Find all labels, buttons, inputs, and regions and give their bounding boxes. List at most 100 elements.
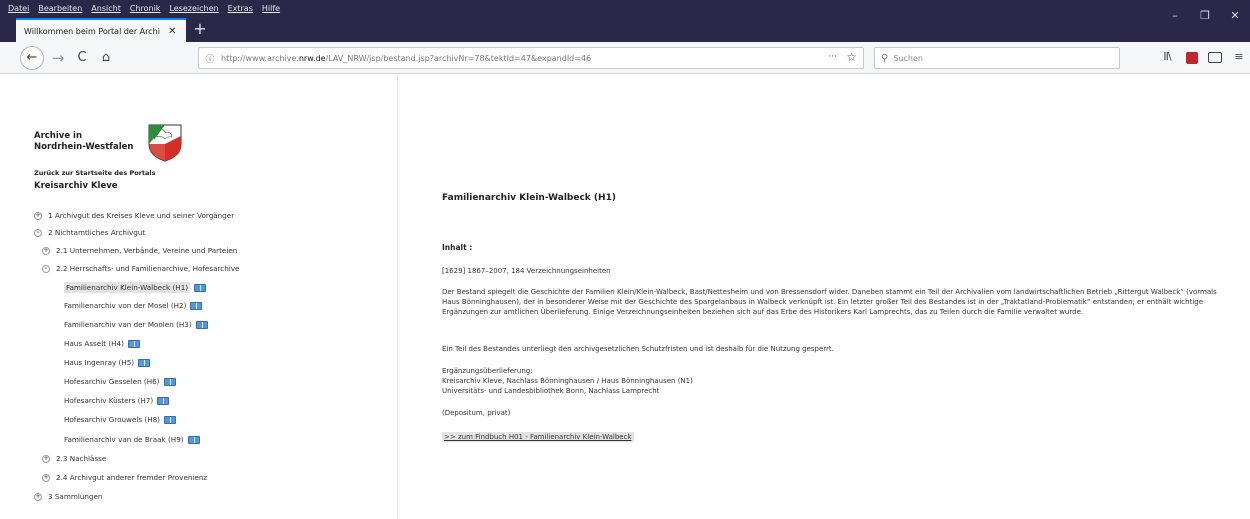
window-titlebar: Datei Bearbeiten Ansicht Chronik Lesezei… [0,0,1250,42]
url-text[interactable]: http://www.archive.nrw.de/LAV_NRW/jsp/be… [221,54,591,63]
url-prefix: http://www.archive. [221,53,299,63]
sidebar-toggle-icon[interactable] [1208,52,1222,63]
tree-node[interactable]: + 1 Archivgut des Kreises Kleve und sein… [34,211,234,220]
page-title: Familienarchiv Klein-Walbeck (H1) [442,193,616,203]
portal-logo-text[interactable]: Archive in Nordrhein-Westfalen [34,131,133,153]
expand-icon[interactable]: + [34,211,42,220]
finding-aid-book-icon[interactable] [163,377,176,386]
expand-icon[interactable]: + [34,492,42,501]
tree-node[interactable]: – 2.2 Herrschafts- und Familienarchive, … [42,264,239,273]
forward-button[interactable]: → [48,46,68,70]
menu-help[interactable]: Hilfe [262,4,280,18]
tree-leaf-label[interactable]: Hofesarchiv Gesselen (H6) [64,377,160,386]
tree-node-label[interactable]: 2.2 Herrschafts- und Familienarchive, Ho… [56,264,239,273]
nrw-coat-of-arms-icon [148,124,182,162]
restore-button[interactable]: ❐ [1190,2,1220,30]
url-domain: nrw.de [298,53,326,63]
tab-close-icon[interactable]: ✕ [168,26,176,37]
site-info-icon[interactable]: ⓘ [199,52,221,65]
tree-node-label[interactable]: 1 Archivgut des Kreises Kleve und seiner… [48,211,234,220]
tree-node-label[interactable]: 2 Nichtamtliches Archivgut [48,228,145,237]
tree-leaf[interactable]: Familienarchiv van de Braak (H9) [64,435,200,444]
tree-node-label[interactable]: 3 Sammlungen [48,492,102,501]
window-controls: – ❐ ✕ [1160,2,1250,30]
logo-line-1: Archive in [34,131,83,141]
finding-aid-book-icon[interactable] [195,320,208,329]
tree-leaf[interactable]: Familienarchiv von der Mosel (H2) [64,301,203,310]
reload-button[interactable]: C [72,46,92,70]
extent-text: [1629] 1867–2007, 184 Verzeichnungseinhe… [442,267,611,275]
sidebar: Archive in Nordrhein-Westfalen Zurück zu… [0,75,398,519]
tree-leaf[interactable]: Hofesarchiv Grouwels (H8) [64,415,176,424]
menu-bookmarks[interactable]: Lesezeichen [169,4,218,18]
logo-line-2: Nordrhein-Westfalen [34,142,134,152]
search-input[interactable]: ⚲ Suchen [874,47,1120,69]
collapse-icon[interactable]: – [34,228,42,237]
menu-history[interactable]: Chronik [130,4,161,18]
finding-aid-book-icon[interactable] [187,435,200,444]
tree-node-label[interactable]: 2.1 Unternehmen, Verbände, Vereine und P… [56,246,237,255]
hamburger-menu-icon[interactable]: ≡ [1232,50,1246,66]
pdf-icon[interactable] [1186,52,1198,64]
tree-leaf-label[interactable]: Familienarchiv van de Braak (H9) [64,435,184,444]
menu-view[interactable]: Ansicht [91,4,121,18]
close-window-button[interactable]: ✕ [1220,2,1250,30]
tree-leaf[interactable]: Haus Asselt (H4) [64,339,140,348]
home-button[interactable]: ⌂ [96,46,116,70]
archive-title: Kreisarchiv Kleve [34,181,118,191]
tree-leaf[interactable]: Hofesarchiv Küsters (H7) [64,396,170,405]
collapse-icon[interactable]: – [42,264,50,273]
finding-aid-book-icon[interactable] [194,283,207,292]
bookmark-star-icon[interactable]: ☆ [846,50,857,64]
tree-node-label[interactable]: 2.3 Nachlässe [56,454,106,463]
tree-leaf[interactable]: Familienarchiv van der Moolen (H3) [64,320,208,329]
navigation-toolbar: ← → C ⌂ ⓘ http://www.archive.nrw.de/LAV_… [0,42,1250,74]
tab-title: Willkommen beim Portal der Archi [24,26,160,36]
expand-icon[interactable]: + [42,246,50,255]
menu-tools[interactable]: Extras [228,4,253,18]
supplement-heading: Ergänzungsüberlieferung: [442,367,533,375]
url-bar[interactable]: ⓘ http://www.archive.nrw.de/LAV_NRW/jsp/… [198,47,864,69]
tree-leaf-label[interactable]: Familienarchiv von der Mosel (H2) [64,301,186,310]
tree-leaf-label[interactable]: Hofesarchiv Küsters (H7) [64,396,153,405]
finding-aid-link[interactable]: >> zum Findbuch H01 - Familienarchiv Kle… [442,432,634,442]
finding-aid-book-icon[interactable] [157,396,170,405]
tree-leaf-label[interactable]: Haus Ingenray (H5) [64,358,134,367]
description-text: Der Bestand spiegelt die Geschichte der … [442,288,1217,316]
content-heading: Inhalt : [442,243,473,252]
browser-tab[interactable]: Willkommen beim Portal der Archi ✕ [16,18,186,42]
tree-node[interactable]: – 2 Nichtamtliches Archivgut [34,228,145,237]
finding-aid-book-icon[interactable] [127,339,140,348]
tree-leaf[interactable]: Haus Ingenray (H5) [64,358,151,367]
menu-bar: Datei Bearbeiten Ansicht Chronik Lesezei… [8,4,280,18]
minimize-button[interactable]: – [1160,2,1190,30]
finding-aid-book-icon[interactable] [163,415,176,424]
deposit-text: (Depositum, privat) [442,409,511,417]
tree-leaf-label[interactable]: Haus Asselt (H4) [64,339,124,348]
tree-leaf[interactable]: Hofesarchiv Gesselen (H6) [64,377,176,386]
finding-aid-book-icon[interactable] [190,301,203,310]
restriction-text: Ein Teil des Bestandes unterliegt den ar… [442,345,834,353]
tree-leaf-label[interactable]: Hofesarchiv Grouwels (H8) [64,415,160,424]
menu-file[interactable]: Datei [8,4,29,18]
back-to-portal-link[interactable]: Zurück zur Startseite des Portals [34,169,155,177]
finding-aid-book-icon[interactable] [138,358,151,367]
expand-icon[interactable]: + [42,473,50,482]
tree-leaf-label[interactable]: Familienarchiv Klein-Walbeck (H1) [64,282,191,293]
tree-node[interactable]: + 3 Sammlungen [34,492,102,501]
tree-node-label[interactable]: 2.4 Archivgut anderer fremder Provenienz [56,473,207,482]
tree-node[interactable]: + 2.4 Archivgut anderer fremder Provenie… [42,473,207,482]
tree-leaf-label[interactable]: Familienarchiv van der Moolen (H3) [64,320,192,329]
page-content: Archive in Nordrhein-Westfalen Zurück zu… [0,75,1250,519]
back-button[interactable]: ← [20,46,44,70]
search-placeholder: Suchen [893,53,923,63]
menu-edit[interactable]: Bearbeiten [38,4,82,18]
new-tab-button[interactable]: + [189,18,211,42]
page-actions-icon[interactable]: ··· [828,52,837,62]
tree-node[interactable]: + 2.3 Nachlässe [42,454,106,463]
supplement-line-2: Universitäts- und Landesbibliothek Bonn,… [442,387,660,395]
tree-leaf-selected[interactable]: Familienarchiv Klein-Walbeck (H1) [64,282,207,293]
library-icon[interactable]: II\ [1158,50,1176,66]
tree-node[interactable]: + 2.1 Unternehmen, Verbände, Vereine und… [42,246,237,255]
expand-icon[interactable]: + [42,454,50,463]
